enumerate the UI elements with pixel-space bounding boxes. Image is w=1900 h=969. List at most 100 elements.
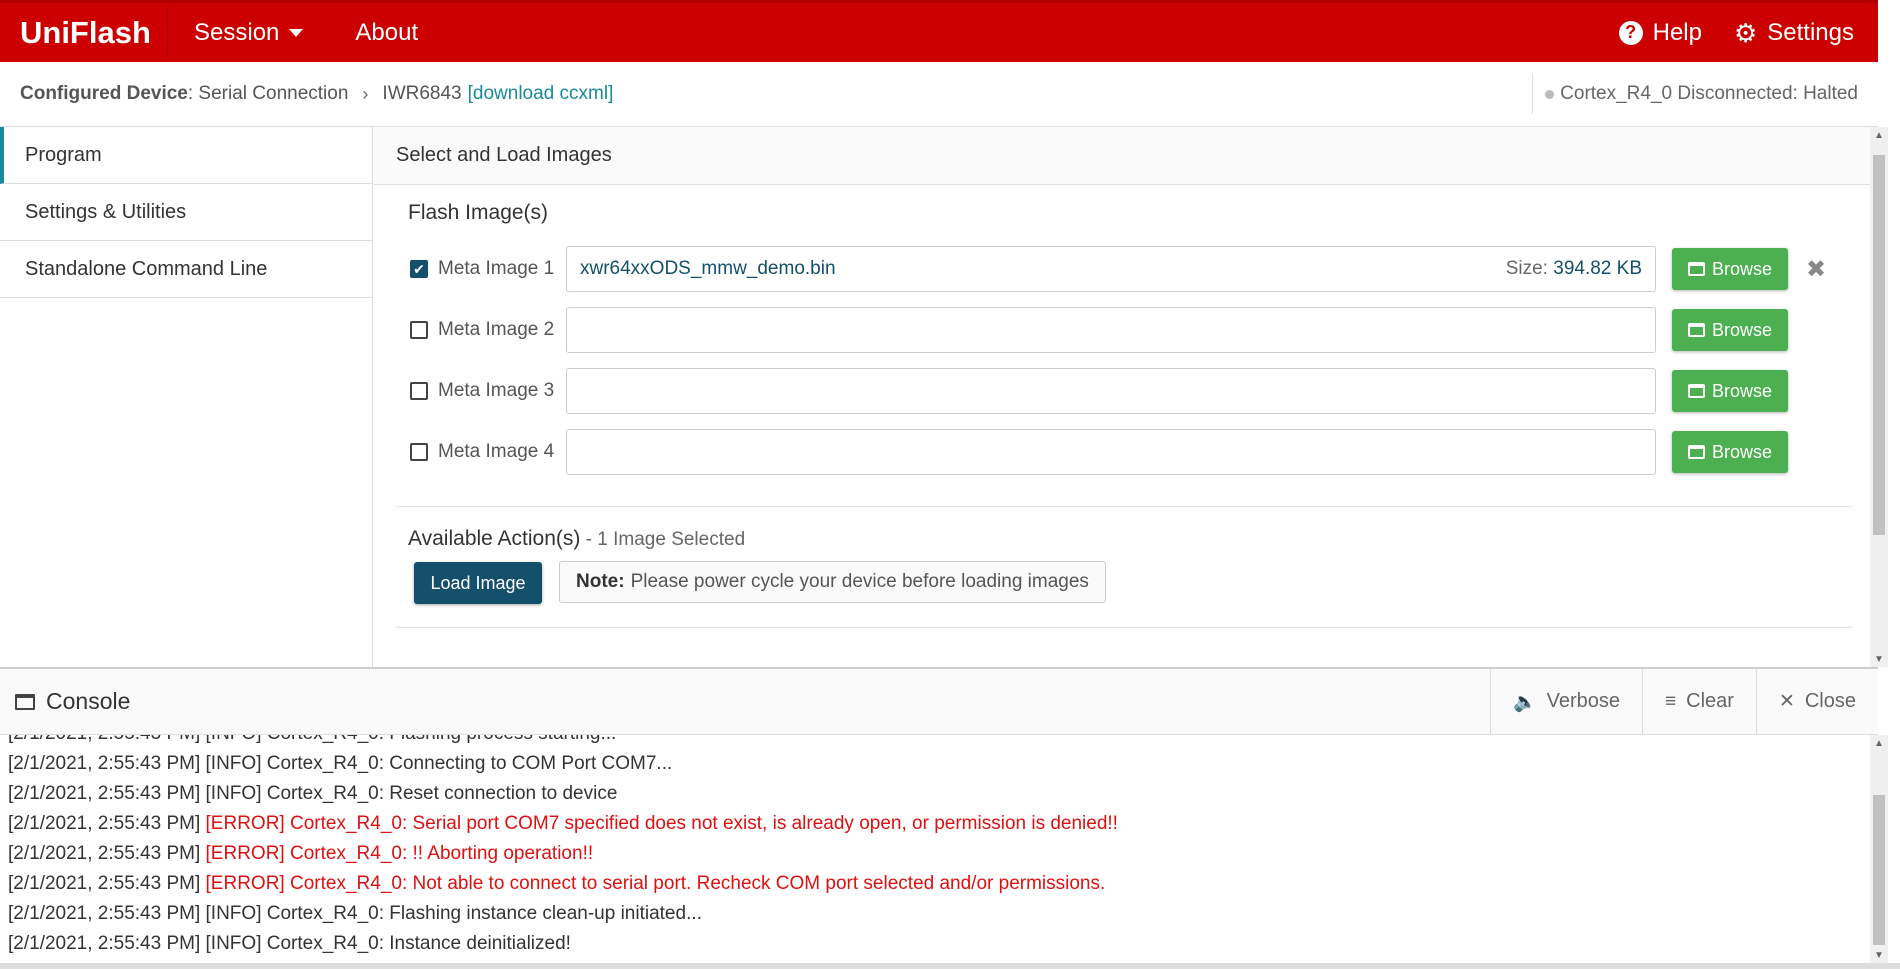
panel-title: Select and Load Images (374, 127, 1870, 185)
file-size-label: Size: (1505, 258, 1548, 279)
image-label: Meta Image 2 (438, 319, 555, 340)
download-ccxml-link[interactable]: [download ccxml] (468, 83, 614, 105)
speaker-icon: 🔈 (1512, 691, 1537, 713)
sidebar-item-program[interactable]: Program (0, 127, 372, 184)
log-level: [ERROR] (205, 873, 285, 894)
app-brand[interactable]: UniFlash (0, 3, 168, 62)
status-dot-icon (1545, 89, 1555, 99)
browse-label: Browse (1711, 258, 1773, 279)
help-icon: ? (1618, 20, 1643, 45)
close-console-button[interactable]: ✕ Close (1755, 669, 1878, 734)
session-label: Session (194, 18, 280, 46)
scrollbar-thumb[interactable] (1873, 155, 1885, 535)
log-level: [ERROR] (205, 813, 285, 834)
image-row: Meta Image 2 Browse (410, 307, 1788, 353)
chevron-right-icon: › (362, 83, 369, 104)
scroll-up-icon[interactable]: ▲ (1870, 127, 1888, 143)
log-line: [2/1/2021, 2:55:43 PM] [INFO] Cortex_R4_… (8, 779, 617, 809)
sidebar-item-standalone-command-line[interactable]: Standalone Command Line (0, 241, 372, 298)
log-line: [2/1/2021, 2:55:43 PM] [INFO] Cortex_R4_… (8, 929, 571, 959)
divider (396, 627, 1852, 628)
browse-button-4[interactable]: Browse (1672, 431, 1788, 473)
browse-button-3[interactable]: Browse (1672, 370, 1788, 412)
gear-icon: ⚙ (1733, 17, 1758, 48)
browse-label: Browse (1711, 380, 1773, 401)
clear-label: Clear (1686, 690, 1734, 712)
drive-icon (1687, 323, 1705, 337)
log-message: Cortex_R4_0: Connecting to COM Port COM7… (266, 753, 673, 774)
session-menu[interactable]: Session (168, 3, 329, 62)
console-title: Console (0, 688, 130, 715)
log-line: [2/1/2021, 2:55:43 PM] [INFO] Cortex_R4_… (8, 749, 672, 779)
note-label: Note: (576, 571, 625, 592)
close-icon[interactable]: ✖ (1806, 255, 1826, 284)
log-timestamp: [2/1/2021, 2:55:43 PM] (8, 873, 201, 894)
main-panel: Select and Load Images Flash Image(s) ✔ … (374, 127, 1870, 667)
flash-images-title: Flash Image(s) (408, 201, 549, 224)
scroll-up-icon[interactable]: ▲ (1870, 735, 1888, 751)
browse-button-1[interactable]: Browse (1672, 248, 1788, 290)
image-1-file-field[interactable]: xwr64xxODS_mmw_demo.bin Size: 394.82 KB (566, 246, 1656, 292)
console-scrollbar[interactable]: ▲ ▼ (1870, 735, 1888, 963)
log-message: Cortex_R4_0: Flashing process starting..… (267, 735, 617, 744)
main-scrollbar[interactable]: ▲ ▼ (1870, 127, 1888, 667)
file-size-value: 394.82 KB (1553, 258, 1642, 279)
log-timestamp: [2/1/2021, 2:55:43 PM] (8, 735, 200, 744)
browse-label: Browse (1711, 319, 1773, 340)
browse-button-2[interactable]: Browse (1672, 309, 1788, 351)
load-image-button[interactable]: Load Image (414, 562, 542, 604)
available-actions-title: Available Action(s) - 1 Image Selected (408, 527, 745, 551)
caret-down-icon (289, 28, 304, 37)
note-text: Please power cycle your device before lo… (630, 571, 1089, 592)
window-bottom-border (0, 963, 1900, 969)
settings-label: Settings (1767, 18, 1854, 46)
window-icon (15, 693, 35, 710)
about-menu[interactable]: About (329, 3, 444, 62)
drive-icon (1687, 445, 1705, 459)
log-message: Cortex_R4_0: Serial port COM7 specified … (290, 813, 1118, 834)
image-2-file-field[interactable] (566, 307, 1656, 353)
settings-button[interactable]: ⚙ Settings (1718, 3, 1870, 62)
scrollbar-thumb[interactable] (1873, 795, 1885, 945)
scroll-down-icon[interactable]: ▼ (1870, 947, 1888, 963)
image-1-checkbox[interactable]: ✔ (410, 260, 428, 278)
log-level: [INFO] (206, 735, 262, 744)
console-header: Console 🔈 Verbose ≡ Clear ✕ Close (0, 667, 1878, 735)
log-timestamp: [2/1/2021, 2:55:43 PM] (8, 933, 201, 954)
log-message: Cortex_R4_0: Not able to connect to seri… (290, 873, 1106, 894)
image-4-file-field[interactable] (566, 429, 1656, 475)
clear-lines-icon: ≡ (1665, 690, 1677, 712)
log-timestamp: [2/1/2021, 2:55:43 PM] (8, 753, 201, 774)
log-level: [INFO] (205, 783, 262, 804)
image-label: Meta Image 3 (438, 380, 555, 401)
image-3-checkbox[interactable] (410, 382, 428, 400)
drive-icon (1687, 262, 1705, 276)
sidebar-item-settings-utilities[interactable]: Settings & Utilities (0, 184, 372, 241)
power-cycle-note: Note: Please power cycle your device bef… (559, 561, 1106, 603)
log-message: Cortex_R4_0: !! Aborting operation!! (290, 843, 594, 864)
clear-button[interactable]: ≡ Clear (1642, 669, 1756, 734)
verbose-button[interactable]: 🔈 Verbose (1489, 669, 1642, 734)
log-level: [INFO] (205, 903, 262, 924)
image-3-file-field[interactable] (566, 368, 1656, 414)
breadcrumb-device: IWR6843 (382, 83, 462, 104)
breadcrumb: Configured Device : Serial Connection › … (0, 62, 1878, 127)
console-title-text: Console (46, 688, 131, 714)
top-navbar: UniFlash Session About ? Help ⚙ Settings (0, 0, 1878, 62)
file-name: xwr64xxODS_mmw_demo.bin (580, 258, 836, 279)
log-line: [2/1/2021, 2:55:43 PM] [ERROR] Cortex_R4… (8, 839, 593, 869)
log-level: [ERROR] (205, 843, 285, 864)
log-line: [2/1/2021, 2:55:43 PM] [ERROR] Cortex_R4… (8, 809, 1118, 839)
breadcrumb-label: Configured Device (20, 83, 188, 104)
log-message: Cortex_R4_0: Instance deinitialized! (266, 933, 571, 954)
close-label: Close (1804, 690, 1856, 712)
scroll-down-icon[interactable]: ▼ (1870, 651, 1888, 667)
image-4-checkbox[interactable] (410, 443, 428, 461)
log-timestamp: [2/1/2021, 2:55:43 PM] (8, 843, 201, 864)
browse-label: Browse (1711, 441, 1773, 462)
actions-subtitle: - 1 Image Selected (580, 529, 746, 550)
image-2-checkbox[interactable] (410, 321, 428, 339)
log-level: [INFO] (205, 933, 262, 954)
help-button[interactable]: ? Help (1603, 3, 1718, 62)
file-size: Size: 394.82 KB (1506, 258, 1642, 280)
